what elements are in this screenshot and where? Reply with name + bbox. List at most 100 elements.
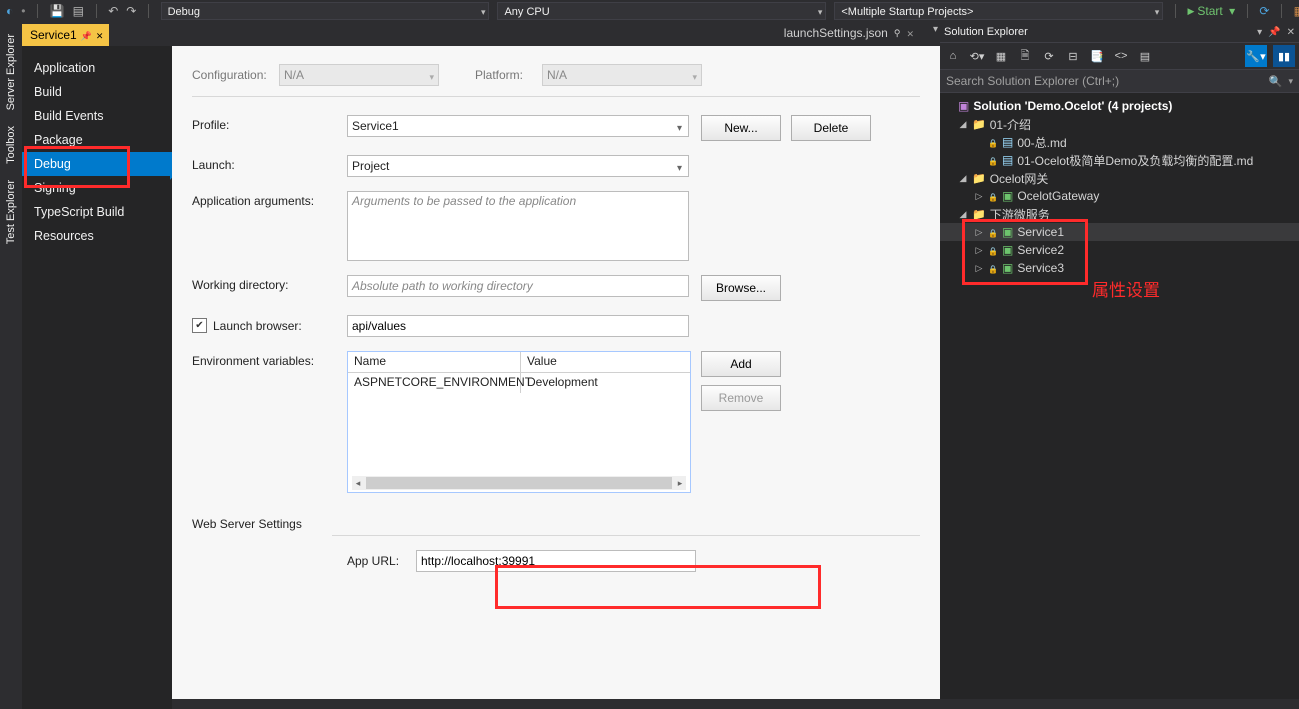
wrench-icon[interactable]: 🔧▾ [1245,45,1267,67]
solution-explorer-titlebar: Solution Explorer ▾ 📌 ✕ [940,22,1299,43]
launch-combo[interactable]: Project [347,155,689,177]
start-button[interactable]: Start ▾ [1187,4,1235,18]
scroll-thumb[interactable] [366,477,672,489]
doc-icon[interactable]: 🗎 [1016,47,1034,65]
layers-icon[interactable]: ▦ [1294,4,1299,18]
csproj-icon [1002,189,1013,203]
platform-label: Platform: [475,68,530,82]
lock-icon [988,135,998,149]
file-node[interactable]: 01-Ocelot极简单Demo及负载均衡的配置.md [940,151,1299,169]
markdown-icon [1002,135,1013,149]
home-icon[interactable]: ⌂ [944,47,962,65]
solution-node[interactable]: Solution 'Demo.Ocelot' (4 projects) [940,97,1299,115]
working-dir-input[interactable]: Absolute path to working directory [347,275,689,297]
table-row[interactable]: ASPNETCORE_ENVIRONMENT Development [348,373,690,393]
redo-icon[interactable]: ↷ [126,4,136,18]
configuration-label: Configuration: [192,68,267,82]
chevron-right-icon[interactable]: ▸ [674,478,686,489]
side-tab-toolbox[interactable]: Toolbox [3,120,19,170]
new-button[interactable]: New... [701,115,781,141]
env-cell-name: ASPNETCORE_ENVIRONMENT [348,373,521,393]
nav-fwd-icon[interactable]: • [21,4,25,18]
profile-combo[interactable]: Service1 [347,115,689,137]
launch-browser-input[interactable] [347,315,689,337]
solution-explorer-search[interactable]: Search Solution Explorer (Ctrl+;) 🔍 ▾ [940,70,1299,93]
nav-signing[interactable]: Signing [22,176,172,200]
launch-browser-label: Launch browser: [213,319,302,333]
folder-label: 01-介绍 [990,116,1031,133]
tab-label: Service1 [30,28,77,42]
csproj-icon [1002,261,1013,275]
side-tab-test-explorer[interactable]: Test Explorer [3,174,19,250]
nav-package[interactable]: Package [22,128,172,152]
project-node[interactable]: Service3 [940,259,1299,277]
env-header-value: Value [521,352,690,372]
project-node[interactable]: Service1 [940,223,1299,241]
nav-build[interactable]: Build [22,80,172,104]
solution-tree: Solution 'Demo.Ocelot' (4 projects) 01-介… [940,93,1299,281]
nav-build-events[interactable]: Build Events [22,104,172,128]
brackets-icon[interactable]: <> [1112,47,1130,65]
solution-icon [958,99,969,113]
save-icon[interactable]: 💾 [50,4,65,18]
document-tab-strip: Service1 launchSettings.json ⚲ ▾ [22,22,940,46]
pin-icon[interactable]: ⚲ [894,28,901,39]
browse-button[interactable]: Browse... [701,275,781,301]
layers-icon[interactable]: ▦ [992,47,1010,65]
launch-label: Launch: [192,155,347,172]
sync-icon[interactable]: ⟲▾ [968,47,986,65]
add-button[interactable]: Add [701,351,781,377]
chevron-down-icon[interactable]: ▾ [1288,76,1293,87]
horizontal-scrollbar[interactable]: ◂ ▸ [352,476,686,490]
nav-typescript-build[interactable]: TypeScript Build [22,200,172,224]
working-dir-label: Working directory: [192,275,347,292]
show-all-icon[interactable]: 📑 [1088,47,1106,65]
args-input[interactable]: Arguments to be passed to the applicatio… [347,191,689,261]
folder-icon [972,207,986,221]
folder-node[interactable]: Ocelot网关 [940,169,1299,187]
platform-combo-disabled: N/A [542,64,702,86]
properties-icon[interactable]: ▤ [1136,47,1154,65]
close-icon[interactable] [906,26,914,40]
save-all-icon[interactable]: ▤ [73,4,84,18]
nav-back-icon[interactable]: ◐ [6,4,13,18]
platform-combo[interactable]: Any CPU [497,2,826,20]
pin-icon[interactable] [81,28,92,42]
folder-node[interactable]: 01-介绍 [940,115,1299,133]
solution-explorer-panel: Solution Explorer ▾ 📌 ✕ ⌂ ⟲▾ ▦ 🗎 ⟳ ⊟ 📑 <… [940,22,1299,699]
dropdown-icon[interactable]: ▾ [1257,27,1262,38]
folder-label: Ocelot网关 [990,170,1049,187]
properties-pane: Configuration: N/A Platform: N/A Profile… [172,46,940,699]
web-server-settings-header: Web Server Settings [192,517,920,531]
view-switch-icon[interactable]: ▮▮ [1273,45,1295,67]
side-tab-server-explorer[interactable]: Server Explorer [3,28,19,116]
project-node[interactable]: Service2 [940,241,1299,259]
document-tab-active[interactable]: Service1 [22,24,109,46]
project-label: Service2 [1017,243,1064,257]
env-vars-label: Environment variables: [192,351,347,368]
refresh-icon[interactable]: ⟳ [1259,4,1269,18]
nav-debug[interactable]: Debug [22,152,172,176]
refresh-icon[interactable]: ⟳ [1040,47,1058,65]
close-icon[interactable] [96,28,104,42]
file-node[interactable]: 00-总.md [940,133,1299,151]
collapse-icon[interactable]: ⊟ [1064,47,1082,65]
config-combo[interactable]: Debug [161,2,490,20]
undo-icon[interactable]: ↶ [108,4,118,18]
launch-browser-checkbox[interactable]: ✔ [192,318,207,333]
nav-resources[interactable]: Resources [22,224,172,248]
close-icon[interactable]: ✕ [1287,27,1295,38]
folder-icon [972,171,986,185]
folder-node[interactable]: 下游微服务 [940,205,1299,223]
chevron-left-icon[interactable]: ◂ [352,478,364,489]
nav-application[interactable]: Application [22,56,172,80]
pin-icon[interactable]: 📌 [1268,27,1280,38]
delete-button[interactable]: Delete [791,115,871,141]
search-icon[interactable]: 🔍 [1269,75,1283,88]
env-vars-table[interactable]: Name Value ASPNETCORE_ENVIRONMENT Develo… [347,351,691,493]
document-tab-inactive[interactable]: launchSettings.json ⚲ [784,22,914,44]
app-url-input[interactable] [416,550,696,572]
project-node[interactable]: OcelotGateway [940,187,1299,205]
startup-combo[interactable]: <Multiple Startup Projects> [834,2,1163,20]
tab-dropdown-icon[interactable]: ▾ [933,24,938,35]
